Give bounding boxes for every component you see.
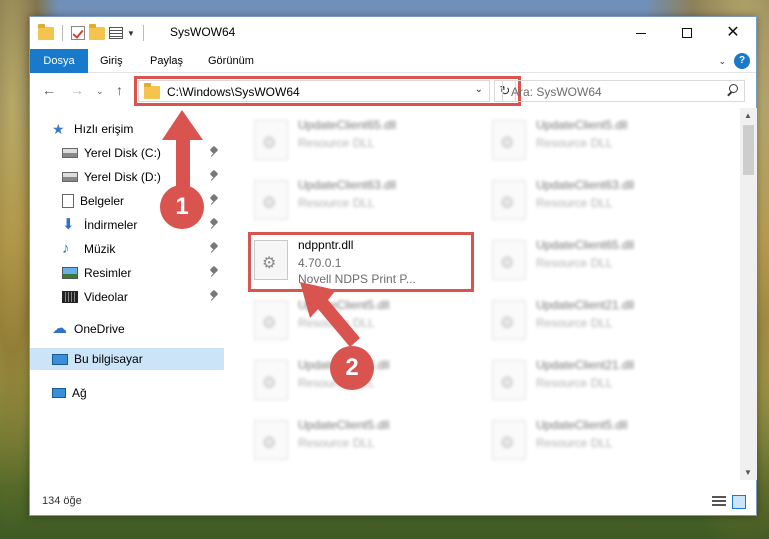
- step-badge-2: 2: [330, 346, 374, 390]
- step-badge-1: 1: [160, 185, 204, 229]
- arrow-2: [300, 282, 360, 347]
- annotation-arrows: [162, 110, 360, 347]
